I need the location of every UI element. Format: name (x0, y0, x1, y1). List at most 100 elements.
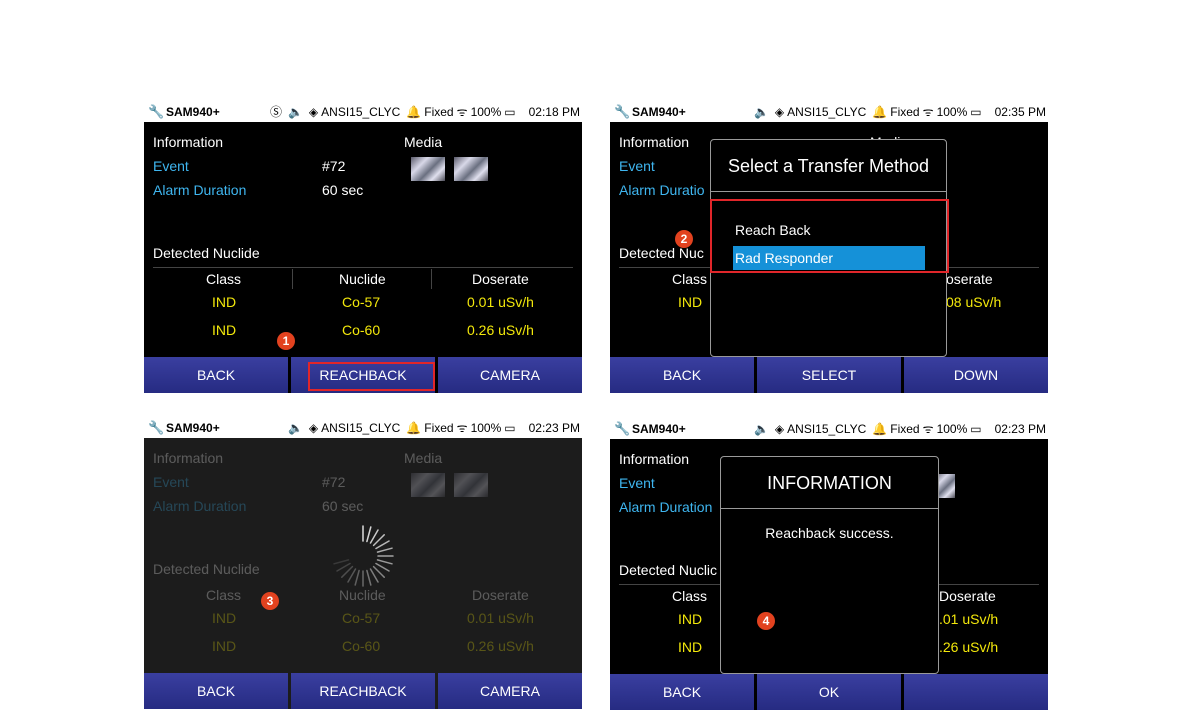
row-nuclide: Co-60 (342, 638, 381, 654)
bell-icon: 🔔 (872, 104, 888, 119)
back-button[interactable]: BACK (144, 673, 288, 709)
back-button[interactable]: BACK (144, 357, 288, 393)
row-nuclide: Co-57 (342, 610, 381, 626)
profile-name: ANSI15_CLYC (787, 421, 867, 436)
highlight-box (308, 362, 435, 391)
detected-nuclide-header: Detected Nuclic (619, 562, 718, 578)
ok-button[interactable]: OK (757, 674, 901, 710)
row-doserate: 0.01 uSv/h (467, 610, 534, 626)
wifi-icon: ᯤ (922, 105, 934, 119)
media-header: Media (404, 134, 443, 150)
row-class: IND (212, 294, 237, 310)
event-value: #72 (322, 474, 346, 490)
row-doserate: 0.01 uSv/h (467, 294, 534, 310)
mode-label: Fixed (424, 104, 454, 119)
highlight-box (710, 199, 949, 273)
reachback-button[interactable]: REACHBACK (291, 673, 435, 709)
step-badge: 1 (277, 332, 295, 350)
wifi-icon: ᯤ (922, 422, 934, 436)
media-thumbnail[interactable] (411, 157, 445, 181)
profile-name: ANSI15_CLYC (321, 104, 401, 119)
column-doserate: Doserate (472, 271, 529, 287)
mode-label: Fixed (890, 421, 920, 436)
clock: 02:23 PM (528, 420, 580, 435)
dialog-title: Select a Transfer Method (727, 156, 930, 176)
row-doserate: 0.26 uSv/h (467, 322, 534, 338)
clock: 02:18 PM (528, 104, 580, 119)
alarm-duration-label: Alarm Duratio (619, 182, 705, 198)
media-thumbnail[interactable] (454, 157, 488, 181)
alarm-duration-label: Alarm Duration (619, 499, 713, 515)
down-button[interactable]: DOWN (904, 357, 1048, 393)
camera-button[interactable]: CAMERA (438, 357, 582, 393)
row-class: IND (678, 294, 703, 310)
alarm-duration-value: 60 sec (322, 498, 364, 514)
empty-softkey[interactable] (904, 674, 1048, 710)
skype-icon: Ⓢ (269, 105, 282, 119)
row-doserate: .01 uSv/h (939, 611, 999, 627)
wrench-icon[interactable]: 🔧 (148, 420, 164, 436)
row-doserate: .26 uSv/h (939, 639, 999, 655)
information-header: Information (153, 134, 224, 150)
status-bar: 🔧 SAM940+ 🔈 ◈ ANSI15_CLYC 🔔 Fixed ᯤ 100%… (144, 417, 582, 438)
select-button[interactable]: SELECT (757, 357, 901, 393)
event-label: Event (619, 475, 655, 491)
battery-level: 100% (470, 104, 502, 119)
column-doserate: Doserate (939, 588, 996, 604)
mode-label: Fixed (890, 104, 920, 119)
back-button[interactable]: BACK (610, 357, 754, 393)
event-label: Event (619, 158, 655, 174)
mode-label: Fixed (424, 420, 454, 435)
wrench-icon[interactable]: 🔧 (148, 104, 164, 120)
speaker-icon: 🔈 (753, 104, 769, 119)
column-nuclide: Nuclide (339, 271, 386, 287)
camera-button[interactable]: CAMERA (438, 673, 582, 709)
back-button[interactable]: BACK (610, 674, 754, 710)
row-class: IND (212, 322, 237, 338)
profile-name: ANSI15_CLYC (321, 420, 401, 435)
bell-icon: 🔔 (872, 421, 888, 436)
row-class: IND (678, 639, 703, 655)
information-header: Information (619, 451, 690, 467)
battery-icon: ▭ (970, 104, 982, 119)
information-header: Information (619, 134, 690, 150)
speaker-icon: 🔈 (287, 420, 303, 435)
battery-icon: ▭ (970, 421, 982, 436)
row-doserate: 0.26 uSv/h (467, 638, 534, 654)
media-thumbnail (411, 473, 445, 497)
device-name: SAM940+ (166, 420, 220, 435)
device-name: SAM940+ (632, 421, 686, 436)
row-class: IND (212, 638, 237, 654)
shield-icon: ◈ (774, 104, 785, 119)
dialog-message: Reachback success. (765, 525, 894, 541)
screen-event-info: 🔧 SAM940+ Ⓢ 🔈 ◈ ANSI15_CLYC 🔔 Fixed ᯤ 10… (144, 101, 582, 393)
step-badge: 4 (757, 612, 775, 630)
speaker-icon: 🔈 (753, 421, 769, 436)
detected-nuclide-header: Detected Nuclide (153, 561, 260, 577)
column-doserate: Doserate (472, 587, 529, 603)
detected-nuclide-header: Detected Nuc (619, 245, 704, 261)
alarm-duration-value: 60 sec (322, 182, 364, 198)
column-class: Class (206, 587, 242, 603)
wrench-icon[interactable]: 🔧 (614, 421, 630, 437)
alarm-duration-label: Alarm Duration (153, 498, 247, 514)
status-bar: 🔧 SAM940+ 🔈 ◈ ANSI15_CLYC 🔔 Fixed ᯤ 100%… (610, 101, 1048, 122)
bell-icon: 🔔 (406, 420, 422, 435)
row-doserate: 08 uSv/h (946, 294, 1002, 310)
status-bar: 🔧 SAM940+ 🔈 ◈ ANSI15_CLYC 🔔 Fixed ᯤ 100%… (610, 418, 1048, 439)
media-thumbnail (454, 473, 488, 497)
event-label: Event (153, 474, 189, 490)
speaker-icon: 🔈 (287, 104, 303, 119)
step-badge: 3 (261, 592, 279, 610)
loading-spinner-icon (333, 525, 394, 587)
row-nuclide: Co-60 (342, 322, 381, 338)
battery-level: 100% (936, 104, 968, 119)
device-name: SAM940+ (632, 104, 686, 119)
information-dialog: INFORMATION Reachback success. (720, 456, 939, 674)
column-class: Class (206, 271, 242, 287)
clock: 02:23 PM (994, 421, 1046, 436)
shield-icon: ◈ (308, 420, 319, 435)
wrench-icon[interactable]: 🔧 (614, 104, 630, 120)
shield-icon: ◈ (774, 421, 785, 436)
alarm-duration-label: Alarm Duration (153, 182, 247, 198)
